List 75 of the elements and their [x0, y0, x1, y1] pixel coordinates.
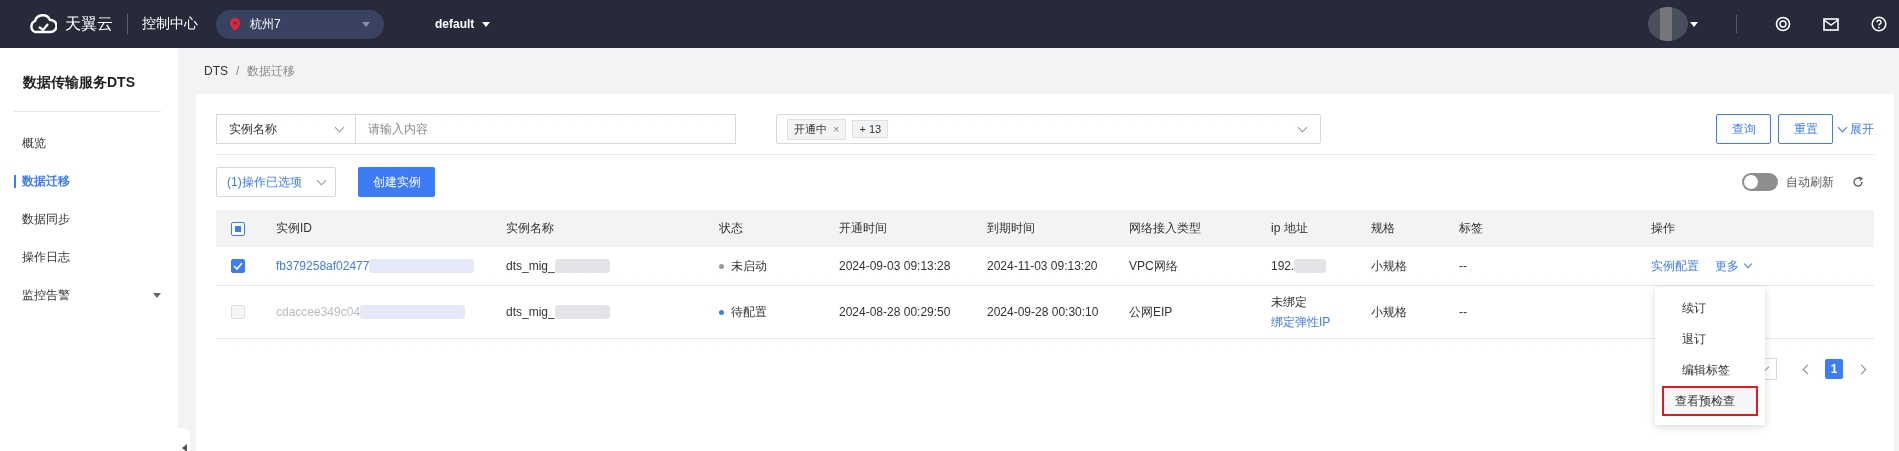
status-select[interactable]: 开通中 × + 13	[776, 114, 1321, 144]
table-cell: VPC网络	[1129, 257, 1178, 275]
table-cell: --	[1459, 259, 1467, 273]
caret-icon	[482, 21, 491, 27]
brand-name[interactable]: 天翼云	[65, 13, 113, 35]
menu-item[interactable]: 编辑标签	[1662, 355, 1758, 385]
blur-patch	[554, 305, 610, 319]
create-instance-button[interactable]: 创建实例	[358, 167, 435, 197]
console-title[interactable]: 控制中心	[142, 15, 198, 33]
sidebar-item[interactable]: 数据迁移	[0, 162, 178, 200]
service-title: 数据传输服务DTS	[22, 73, 136, 92]
row-checkbox[interactable]	[231, 259, 245, 273]
table-cell: --	[1459, 305, 1467, 319]
column-header: 开通时间	[839, 220, 887, 237]
sidebar-item[interactable]: 操作日志	[0, 238, 178, 276]
column-header: 操作	[1651, 220, 1675, 237]
table-cell: 2024-09-03 09:13:28	[839, 259, 951, 273]
region-select[interactable]: 杭州7	[216, 9, 384, 39]
column-header: 到期时间	[987, 220, 1035, 237]
menu-item[interactable]: 退订	[1662, 324, 1758, 354]
breadcrumb-item[interactable]: DTS	[204, 64, 228, 78]
table-cell: 未绑定	[1271, 293, 1307, 311]
sidebar-item[interactable]: 概览	[0, 124, 178, 162]
status-text: 未启动	[731, 257, 767, 275]
batch-action-select[interactable]: (1)操作已选项	[216, 167, 336, 197]
caret-icon	[1690, 21, 1698, 27]
expand-link[interactable]: 展开	[1833, 120, 1874, 138]
table-cell: 公网EIP	[1129, 303, 1173, 321]
help-icon[interactable]	[1871, 16, 1887, 32]
table-cell: dts_mig_	[506, 305, 555, 319]
row-action-link[interactable]: 实例配置	[1651, 257, 1699, 275]
toggle-label: 自动刷新	[1786, 173, 1834, 191]
blur-patch	[1294, 259, 1327, 273]
filter-tag[interactable]: 开通中 ×	[787, 118, 847, 140]
page-button[interactable]: 1	[1825, 359, 1843, 379]
menu-item[interactable]: 查看预检查	[1662, 386, 1758, 416]
menu-item[interactable]: 续订	[1662, 293, 1758, 323]
avatar-icon[interactable]	[1648, 7, 1688, 41]
breadcrumb-separator: /	[236, 64, 240, 78]
cloud-logo-icon	[27, 14, 57, 34]
sidebar-item[interactable]: 监控告警	[0, 276, 178, 314]
column-header: 实例ID	[276, 220, 312, 237]
table-cell: 2024-08-28 00:29:50	[839, 305, 951, 319]
filter-button[interactable]: 查询	[1716, 114, 1771, 144]
instance-id-link[interactable]: fb379258af02477	[276, 259, 370, 273]
column-header: 标签	[1459, 220, 1483, 237]
table-cell: 192.	[1271, 259, 1295, 273]
column-header: 状态	[719, 220, 743, 237]
table-cell: 2024-09-28 00:30:10	[987, 305, 1099, 319]
table-cell: dts_mig_	[506, 259, 555, 273]
field-select[interactable]: 实例名称	[216, 114, 356, 144]
filter-tag[interactable]: + 13	[852, 120, 889, 138]
sidebar-item[interactable]: 数据同步	[0, 200, 178, 238]
row-action-link[interactable]: 更多	[1715, 257, 1751, 275]
column-header: ip 地址	[1271, 220, 1308, 237]
refresh-icon[interactable]	[1852, 176, 1864, 188]
filter-button[interactable]: 重置	[1778, 114, 1833, 144]
refresh-clock-icon[interactable]	[1775, 16, 1791, 32]
blur-patch	[554, 259, 610, 273]
table-cell: 2024-11-03 09:13:20	[987, 259, 1098, 273]
table-cell: 小规格	[1371, 257, 1407, 275]
select-all-checkbox[interactable]	[231, 221, 245, 236]
caret-icon	[362, 21, 370, 27]
project-select[interactable]: default	[429, 16, 497, 32]
table-cell: 小规格	[1371, 303, 1407, 321]
mail-icon[interactable]	[1823, 17, 1839, 31]
map-pin-icon	[230, 17, 240, 31]
caret-icon	[153, 292, 161, 298]
breadcrumb-item: 数据迁移	[247, 62, 296, 80]
auto-refresh-toggle[interactable]	[1742, 173, 1778, 191]
column-header: 实例名称	[506, 220, 554, 237]
status-text: 待配置	[731, 303, 767, 321]
column-header: 网络接入类型	[1129, 220, 1201, 237]
column-header: 规格	[1371, 220, 1395, 237]
search-field[interactable]: 请输入内容	[356, 114, 736, 144]
